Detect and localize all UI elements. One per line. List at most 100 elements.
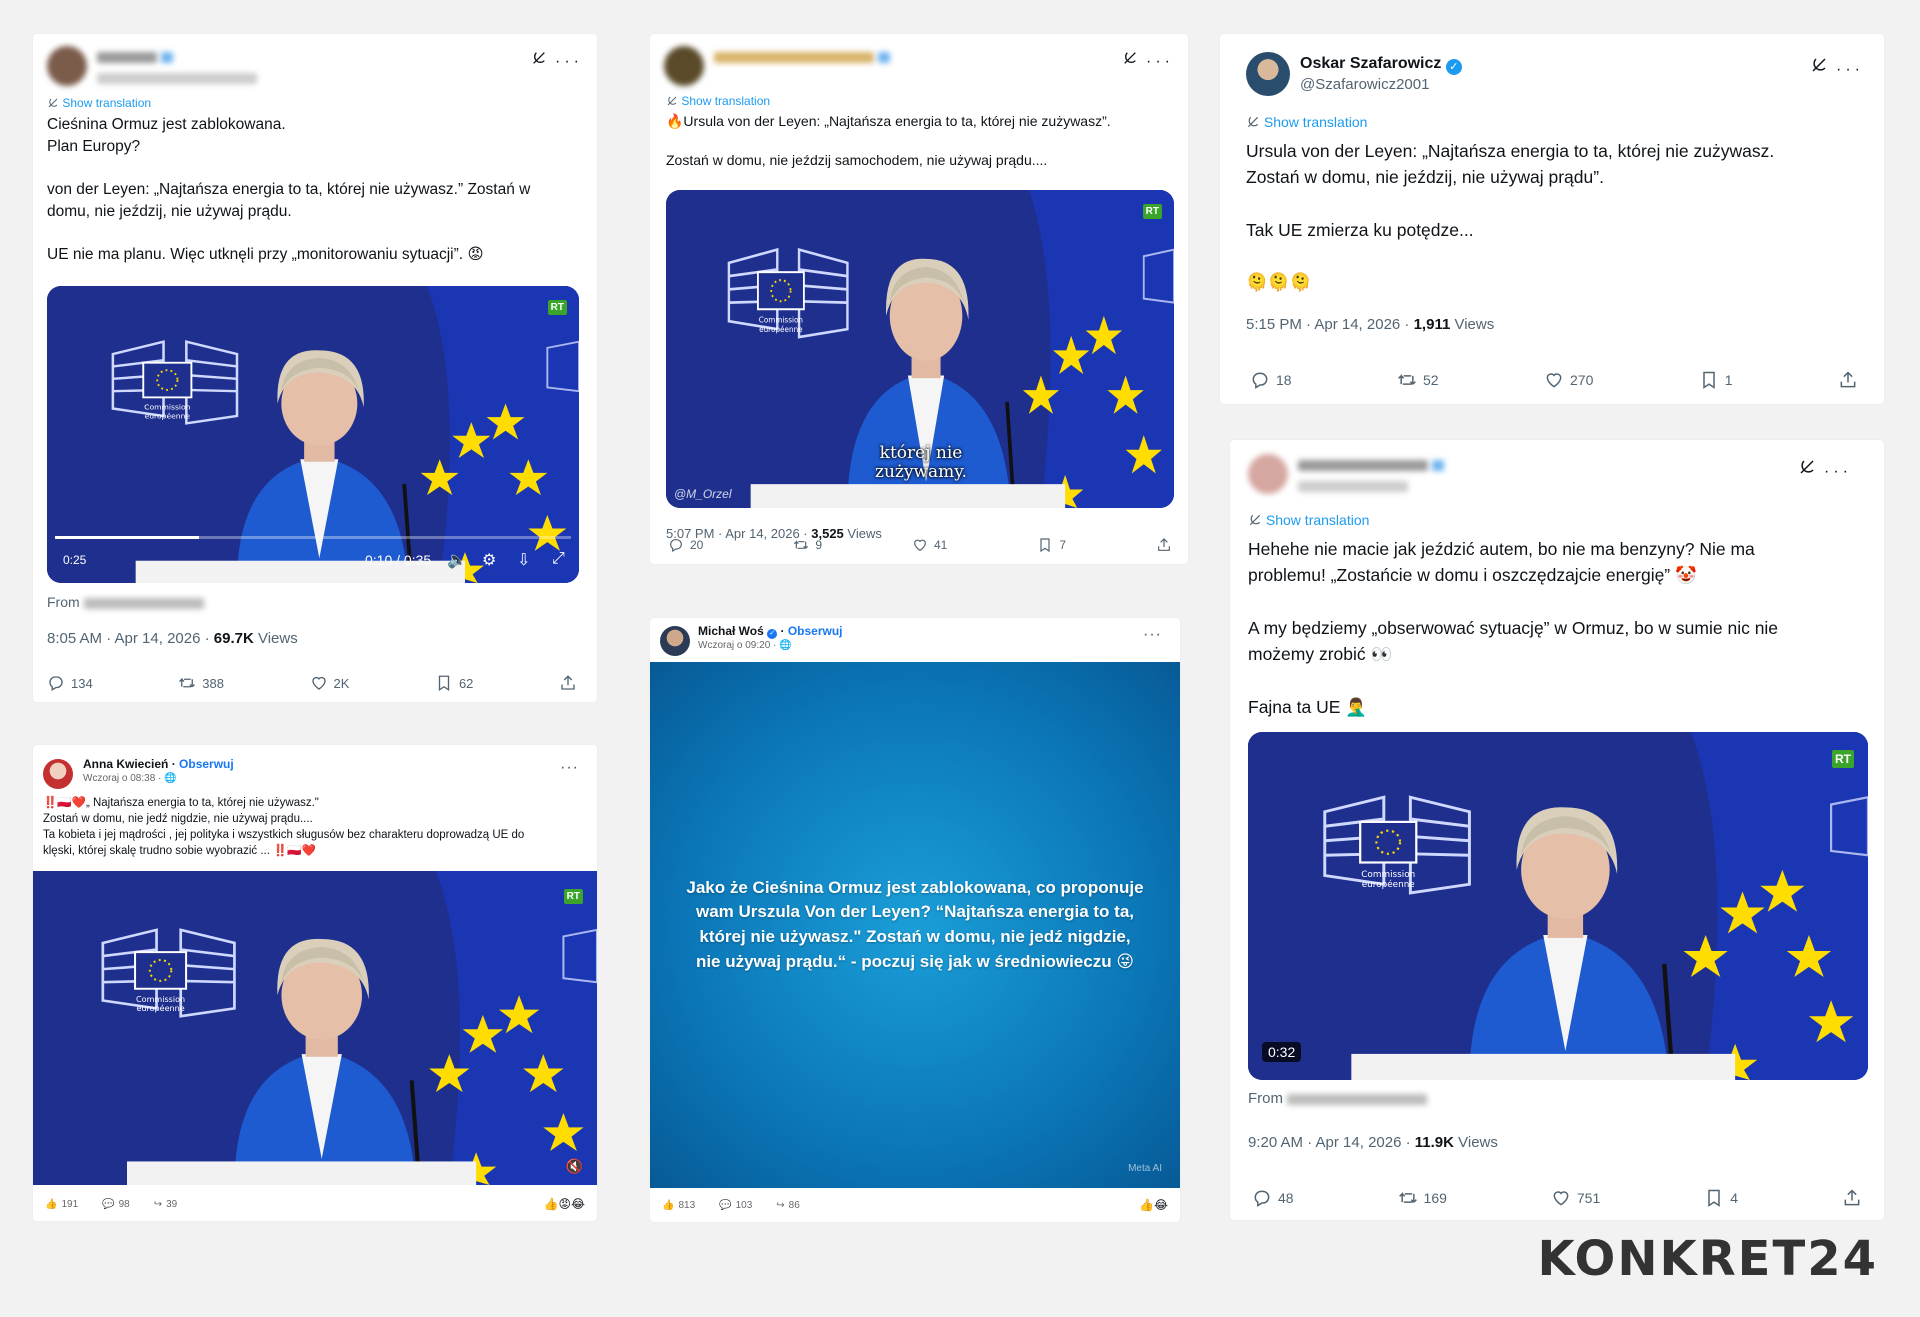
reply-button[interactable]: 20 xyxy=(668,537,703,553)
rt-logo: RT xyxy=(1142,204,1162,219)
share-button[interactable]: ↪ 39 xyxy=(154,1199,178,1210)
reply-button[interactable]: 134 xyxy=(47,674,93,692)
bookmark-button[interactable]: 7 xyxy=(1037,537,1066,553)
post-video[interactable]: RT 🔇 xyxy=(33,871,597,1185)
post-time[interactable]: Wczoraj o 08:38 · 🌐 xyxy=(83,773,177,784)
grok-icon[interactable] xyxy=(1798,458,1816,476)
bookmark-button[interactable]: 1 xyxy=(1699,370,1733,390)
share-icon xyxy=(1838,370,1858,390)
image-text: Jako że Cieśnina Ormuz jest zablokowana,… xyxy=(686,877,1144,971)
share-button[interactable]: ↪ 86 xyxy=(776,1200,800,1211)
rt-logo: RT xyxy=(563,889,583,904)
post-card-4: ··· Show translation Hehehe nie macie ja… xyxy=(1230,440,1884,1220)
post-actions[interactable]: ··· xyxy=(1798,458,1852,481)
share-arrow-icon: ↪ xyxy=(153,1199,163,1210)
more-icon[interactable]: ··· xyxy=(560,759,579,777)
video-time: 0:10 / 0:35 xyxy=(365,552,432,568)
heart-icon xyxy=(1544,370,1564,390)
from-attribution[interactable]: From xyxy=(1248,1090,1428,1107)
author-name-blurred[interactable] xyxy=(714,49,891,67)
author-name[interactable]: Michał Woś ✓ · Obserwuj xyxy=(698,624,843,639)
avatar[interactable] xyxy=(43,759,73,789)
repost-button[interactable]: 388 xyxy=(178,674,224,692)
more-icon[interactable]: ··· xyxy=(1146,53,1174,70)
author-name[interactable]: Oskar Szafarowicz ✓ xyxy=(1300,55,1462,75)
post-actions[interactable]: ··· xyxy=(1122,50,1174,71)
avatar[interactable] xyxy=(660,626,690,656)
author-handle-blurred[interactable] xyxy=(97,69,257,86)
post-actions[interactable]: ··· xyxy=(531,50,583,71)
repost-button[interactable]: 169 xyxy=(1398,1188,1447,1208)
comment-button[interactable]: 💬 98 xyxy=(102,1199,130,1210)
reply-button[interactable]: 18 xyxy=(1250,370,1292,390)
translate-icon xyxy=(1248,513,1262,527)
like-button[interactable]: 👍 191 xyxy=(45,1199,78,1210)
share-button[interactable] xyxy=(559,674,577,692)
author-name-blurred[interactable] xyxy=(97,49,174,67)
share-icon xyxy=(559,674,577,692)
share-button[interactable] xyxy=(1838,370,1858,390)
more-icon[interactable]: ··· xyxy=(1143,626,1162,644)
follow-link[interactable]: Obserwuj xyxy=(788,624,843,638)
reactions-icons[interactable]: 👍😂 xyxy=(1139,1198,1168,1212)
reply-icon xyxy=(47,674,65,692)
reply-icon xyxy=(668,537,684,553)
author-name-blurred[interactable] xyxy=(1298,457,1445,475)
rt-logo: RT xyxy=(1832,750,1854,768)
mute-icon[interactable]: 🔇 xyxy=(566,1158,583,1175)
video-watermark: @M_Orzel xyxy=(674,487,732,501)
post-image[interactable]: Jako że Cieśnina Ormuz jest zablokowana,… xyxy=(650,662,1180,1188)
heart-icon xyxy=(912,537,928,553)
reactions-icons[interactable]: 👍😡😂 xyxy=(544,1197,585,1211)
like-button[interactable]: 👍 813 xyxy=(662,1200,695,1211)
author-handle-blurred[interactable] xyxy=(1298,477,1408,494)
like-button[interactable]: 751 xyxy=(1551,1188,1600,1208)
show-translation-link[interactable]: Show translation xyxy=(47,96,151,110)
follow-link[interactable]: Obserwuj xyxy=(179,757,234,771)
share-button[interactable] xyxy=(1842,1188,1862,1208)
repost-button[interactable]: 52 xyxy=(1397,370,1439,390)
like-button[interactable]: 41 xyxy=(912,537,947,553)
reply-icon xyxy=(1252,1188,1272,1208)
post-video[interactable]: RT której nie zużywamy. @M_Orzel xyxy=(666,190,1174,508)
grok-icon[interactable] xyxy=(1122,50,1138,66)
reply-button[interactable]: 48 xyxy=(1252,1188,1294,1208)
heart-icon xyxy=(310,674,328,692)
avatar[interactable] xyxy=(1246,52,1290,96)
grok-icon[interactable] xyxy=(531,50,547,66)
avatar[interactable] xyxy=(1248,454,1288,494)
post-video[interactable]: RT 0:32 xyxy=(1248,732,1868,1080)
video-subtitle: której nie zużywamy. xyxy=(874,443,968,482)
show-translation-link[interactable]: Show translation xyxy=(666,94,770,108)
more-icon[interactable]: ··· xyxy=(1824,463,1852,480)
settings-icon[interactable]: ⚙ xyxy=(482,550,496,570)
more-icon[interactable]: ··· xyxy=(1836,61,1864,78)
avatar[interactable] xyxy=(664,46,704,86)
grok-icon[interactable] xyxy=(1810,56,1828,74)
post-time-views: 8:05 AM · Apr 14, 2026 · 69.7K Views xyxy=(47,630,298,647)
like-button[interactable]: 270 xyxy=(1544,370,1593,390)
download-icon[interactable]: ⇩ xyxy=(517,550,530,570)
bookmark-button[interactable]: 4 xyxy=(1704,1188,1738,1208)
fullscreen-icon[interactable]: ⤢ xyxy=(552,550,565,568)
like-button[interactable]: 2K xyxy=(310,674,349,692)
show-translation-link[interactable]: Show translation xyxy=(1246,114,1367,130)
volume-icon[interactable]: 🔈 xyxy=(447,550,467,570)
share-button[interactable] xyxy=(1156,537,1172,553)
show-translation-link[interactable]: Show translation xyxy=(1248,512,1369,528)
post-actions[interactable]: ··· xyxy=(1810,56,1864,79)
author-name[interactable]: Anna Kwiecień · Obserwuj xyxy=(83,757,234,771)
avatar[interactable] xyxy=(47,46,87,86)
post-time[interactable]: Wczoraj o 09:20 · 🌐 xyxy=(698,640,792,651)
heart-icon xyxy=(1551,1188,1571,1208)
post-text: Ursula von der Leyen: „Najtańsza energia… xyxy=(1246,141,1775,293)
comment-button[interactable]: 💬 103 xyxy=(719,1200,752,1211)
repost-icon xyxy=(793,537,809,553)
video-progress[interactable] xyxy=(55,536,571,539)
repost-button[interactable]: 9 xyxy=(793,537,822,553)
bookmark-button[interactable]: 62 xyxy=(435,674,473,692)
more-icon[interactable]: ··· xyxy=(555,53,583,70)
post-video[interactable]: RT 0:25 0:10 / 0:35 🔈 ⚙ ⇩ ⤢ xyxy=(47,286,579,583)
from-attribution[interactable]: From xyxy=(47,594,204,610)
author-handle[interactable]: @Szafarowicz2001 xyxy=(1300,76,1429,93)
